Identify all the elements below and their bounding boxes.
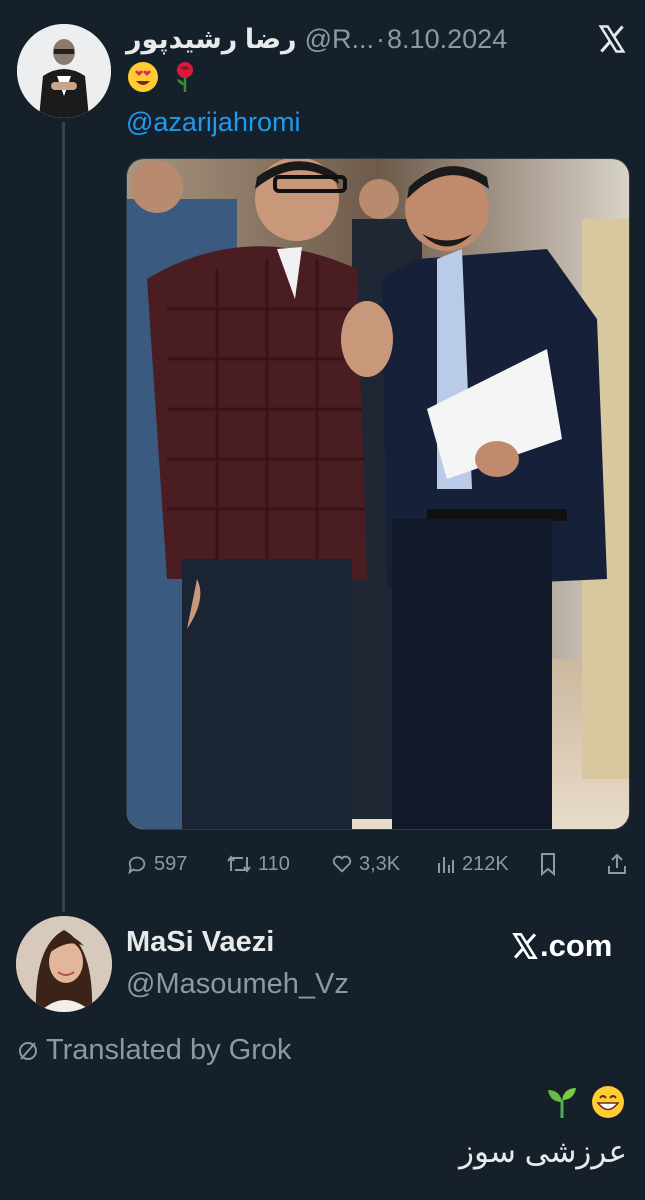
- tweet-header: رضا رشیدپور @R... · 8.10.2024: [126, 22, 526, 56]
- tweet-action-bar: 597 110 3,3K 212K: [126, 848, 630, 880]
- tweet-emoji-row: [126, 60, 202, 94]
- views-button[interactable]: 212K: [436, 848, 509, 880]
- x-logo-icon[interactable]: [596, 24, 628, 54]
- heart-eyes-emoji-icon: [128, 62, 158, 92]
- seedling-emoji-icon: [548, 1088, 576, 1118]
- translated-by-grok[interactable]: Translated by Grok: [16, 1034, 292, 1067]
- reply-button[interactable]: 597: [126, 848, 187, 880]
- bookmark-icon: [541, 853, 555, 876]
- grin-emoji-icon: [592, 1086, 624, 1118]
- tweet-date[interactable]: 8.10.2024: [387, 24, 507, 55]
- translated-label: Translated by Grok: [46, 1034, 292, 1066]
- author-display-name[interactable]: رضا رشیدپور: [126, 24, 297, 55]
- mention-link[interactable]: @azarijahromi: [126, 107, 300, 138]
- share-icon: [608, 853, 626, 874]
- rose-emoji-icon: [177, 62, 193, 92]
- retweet-icon: [227, 855, 251, 873]
- reply-author-display-name[interactable]: MaSi Vaezi: [126, 926, 274, 959]
- reply-author-avatar[interactable]: [16, 916, 112, 1012]
- views-count: 212K: [462, 852, 509, 875]
- like-count: 3,3K: [359, 852, 401, 875]
- grok-icon: [19, 1041, 37, 1060]
- author-avatar[interactable]: [17, 24, 111, 118]
- reply-emoji-row: [544, 1084, 626, 1120]
- views-chart-icon: [438, 857, 454, 873]
- reply-author-handle[interactable]: @Masoumeh_Vz: [126, 968, 349, 1001]
- author-handle[interactable]: @R...: [305, 24, 374, 55]
- reply-count: 597: [154, 852, 188, 875]
- retweet-button[interactable]: 110: [226, 848, 290, 880]
- bookmark-button[interactable]: [538, 848, 558, 880]
- like-button[interactable]: 3,3K: [331, 848, 400, 880]
- reply-icon: [128, 856, 146, 875]
- tweet-photo[interactable]: [126, 158, 630, 830]
- x-logo-icon: [512, 933, 538, 959]
- header-separator: ·: [376, 23, 386, 54]
- x-com-watermark: .com: [510, 928, 612, 964]
- retweet-count: 110: [258, 852, 290, 875]
- thread-line: [62, 122, 65, 912]
- share-button[interactable]: [606, 848, 628, 880]
- x-com-label: .com: [540, 928, 613, 963]
- heart-icon: [332, 855, 352, 873]
- reply-text: عرزشی سوز: [459, 1134, 627, 1169]
